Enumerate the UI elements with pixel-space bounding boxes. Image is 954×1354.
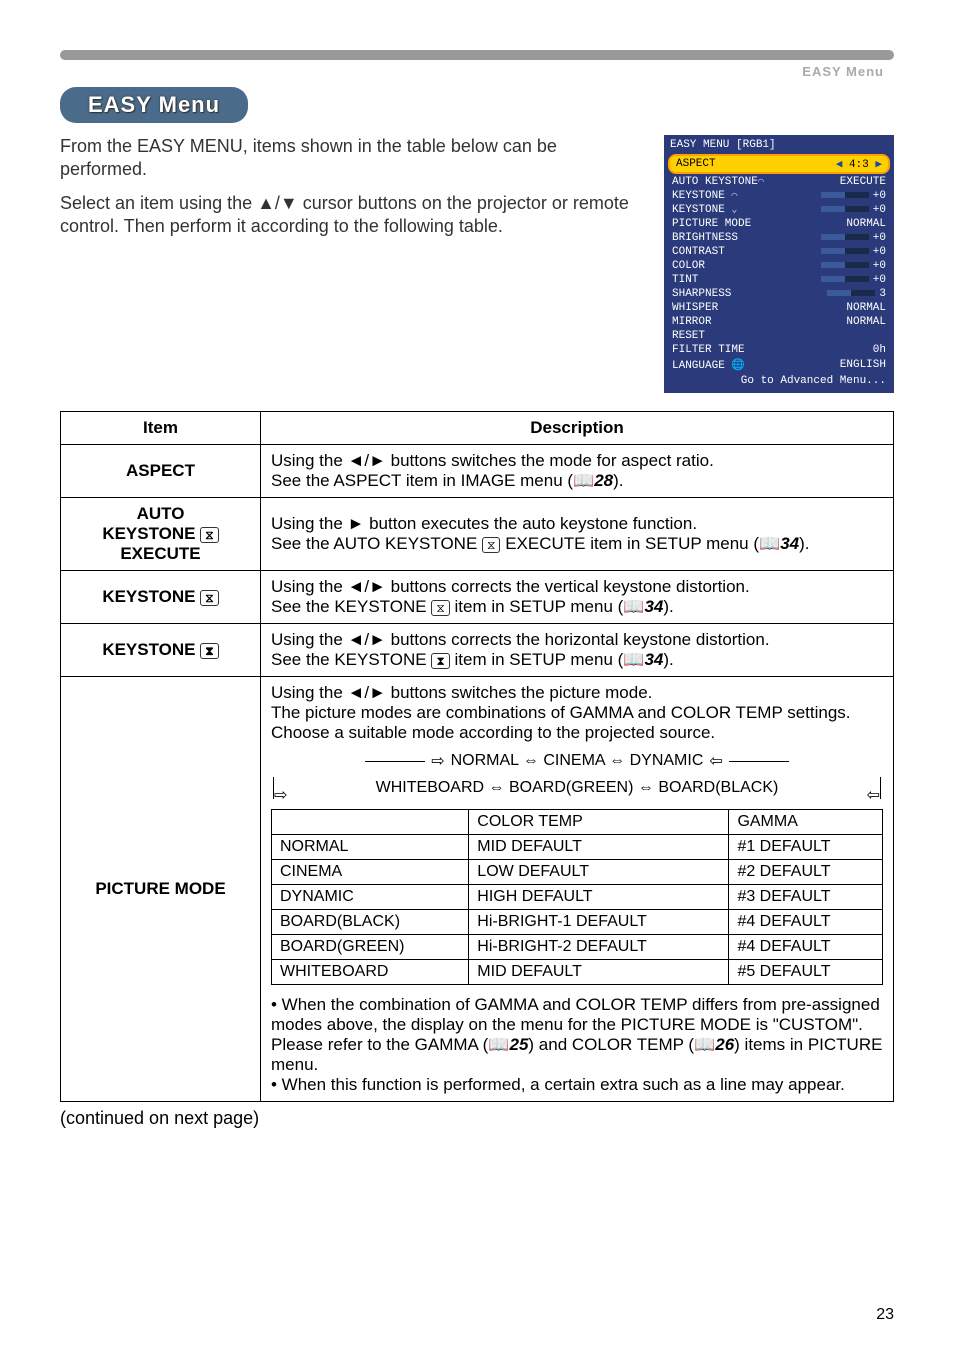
screenshot-row: LANGUAGE 🌐ENGLISH [666, 357, 892, 373]
table-header-row: Item Description [61, 412, 894, 445]
screenshot-aspect-value: 4:3 [849, 159, 869, 171]
intro-text: From the EASY MENU, items shown in the t… [60, 135, 644, 393]
screenshot-row-aspect: ASPECT ◀ 4:3 ▶ [668, 154, 890, 174]
inner-table-row: BOARD(BLACK)Hi-BRIGHT-1 DEFAULT#4 DEFAUL… [272, 910, 883, 935]
page-number: 23 [876, 1306, 894, 1324]
picture-mode-inner-table: COLOR TEMP GAMMA NORMALMID DEFAULT#1 DEF… [271, 809, 883, 985]
item-desc-picture-mode: Using the ◄/► buttons switches the pictu… [261, 677, 894, 1102]
table-row-keystone-v: KEYSTONE ⧖ Using the ◄/► buttons correct… [61, 571, 894, 624]
book-icon: 📖 [488, 1035, 509, 1054]
screenshot-row: RESET [666, 329, 892, 343]
screenshot-row: TINT+0 [666, 273, 892, 287]
inner-table-row: NORMALMID DEFAULT#1 DEFAULT [272, 835, 883, 860]
slider-bar-icon [821, 276, 869, 282]
slider-bar-icon [821, 248, 869, 254]
book-icon: 📖 [694, 1035, 715, 1054]
item-name-keystone-h: KEYSTONE ⧗ [61, 624, 261, 677]
screenshot-row: SHARPNESS3 [666, 287, 892, 301]
left-arrow-icon: ◀ [836, 159, 843, 171]
diagram-arrow-icon: ⇦ [709, 751, 722, 771]
diagram-line-icon [729, 761, 789, 762]
item-desc-auto-keystone: Using the ► button executes the auto key… [261, 498, 894, 571]
settings-table: Item Description ASPECT Using the ◄/► bu… [60, 411, 894, 1102]
screenshot-row: PICTURE MODENORMAL [666, 217, 892, 231]
item-name-aspect: ASPECT [61, 445, 261, 498]
top-divider [60, 50, 894, 60]
book-icon: 📖 [573, 471, 594, 490]
inner-table-header: COLOR TEMP GAMMA [272, 810, 883, 835]
intro-paragraph-2: Select an item using the ▲/▼ cursor butt… [60, 192, 644, 239]
screenshot-row: KEYSTONE ⌒+0 [666, 189, 892, 203]
table-row-aspect: ASPECT Using the ◄/► buttons switches th… [61, 445, 894, 498]
picture-mode-note-1: • When the combination of GAMMA and COLO… [271, 995, 883, 1075]
diagram-hook-icon: ⇨ [273, 777, 287, 799]
screenshot-title: EASY MENU [RGB1] [666, 137, 892, 153]
slider-bar-icon [821, 234, 869, 240]
slider-bar-icon [821, 206, 869, 212]
screenshot-row: BRIGHTNESS+0 [666, 231, 892, 245]
intro-paragraph-1: From the EASY MENU, items shown in the t… [60, 135, 644, 182]
slider-bar-icon [821, 192, 869, 198]
screenshot-row: MIRRORNORMAL [666, 315, 892, 329]
screenshot-aspect-label: ASPECT [676, 158, 716, 170]
item-desc-aspect: Using the ◄/► buttons switches the mode … [261, 445, 894, 498]
screenshot-row: CONTRAST+0 [666, 245, 892, 259]
screenshot-row: FILTER TIME0h [666, 343, 892, 357]
header-description: Description [261, 412, 894, 445]
continued-label: (continued on next page) [60, 1108, 894, 1129]
keystone-v-icon: ⌒ [731, 191, 737, 202]
inner-table-row: BOARD(GREEN)Hi-BRIGHT-2 DEFAULT#4 DEFAUL… [272, 935, 883, 960]
trapezoid-v-icon: ⧖ [200, 590, 218, 606]
screenshot-row: KEYSTONE ⌄+0 [666, 203, 892, 217]
book-icon: 📖 [623, 597, 644, 616]
globe-icon: 🌐 [731, 360, 745, 372]
page-title: EASY Menu [60, 87, 248, 123]
trapezoid-v-icon: ⧖ [200, 527, 218, 543]
slider-bar-icon [821, 262, 869, 268]
item-name-auto-keystone: AUTO KEYSTONE ⧖ EXECUTE [61, 498, 261, 571]
item-desc-keystone-v: Using the ◄/► buttons corrects the verti… [261, 571, 894, 624]
table-row-auto-keystone: AUTO KEYSTONE ⧖ EXECUTE Using the ► butt… [61, 498, 894, 571]
screenshot-footer: Go to Advanced Menu... [666, 373, 892, 391]
screenshot-row: WHISPERNORMAL [666, 301, 892, 315]
trapezoid-v-icon: ⧖ [482, 537, 500, 553]
slider-bar-icon [827, 290, 875, 296]
diagram-hook-icon: ⇦ [867, 777, 881, 799]
keystone-h-icon: ⌄ [731, 205, 737, 216]
diagram-arrow-icon: ⇨ [431, 751, 444, 771]
breadcrumb: EASY Menu [60, 64, 894, 79]
trapezoid-h-icon: ⧗ [431, 653, 449, 669]
inner-table-row: DYNAMICHIGH DEFAULT#3 DEFAULT [272, 885, 883, 910]
item-name-picture-mode: PICTURE MODE [61, 677, 261, 1102]
picture-mode-diagram: ⇨ NORMAL ⇔ CINEMA ⇔ DYNAMIC ⇦ ⇨ WHITEBOA… [273, 751, 881, 799]
right-arrow-icon: ▶ [875, 159, 882, 171]
screenshot-row: AUTO KEYSTONE⌒EXECUTE [666, 175, 892, 189]
screenshot-row: COLOR+0 [666, 259, 892, 273]
trapezoid-h-icon: ⧗ [200, 643, 218, 659]
picture-mode-note-2: • When this function is performed, a cer… [271, 1075, 883, 1095]
inner-table-row: CINEMALOW DEFAULT#2 DEFAULT [272, 860, 883, 885]
book-icon: 📖 [623, 650, 644, 669]
diagram-line-icon [365, 761, 425, 762]
inner-table-row: WHITEBOARDMID DEFAULT#5 DEFAULT [272, 960, 883, 985]
book-icon: 📖 [759, 534, 780, 553]
keystone-v-icon: ⌒ [758, 177, 764, 188]
item-name-keystone-v: KEYSTONE ⧖ [61, 571, 261, 624]
item-desc-keystone-h: Using the ◄/► buttons corrects the horiz… [261, 624, 894, 677]
header-item: Item [61, 412, 261, 445]
easy-menu-screenshot: EASY MENU [RGB1] ASPECT ◀ 4:3 ▶ AUTO KEY… [664, 135, 894, 393]
trapezoid-v-icon: ⧖ [431, 600, 449, 616]
table-row-keystone-h: KEYSTONE ⧗ Using the ◄/► buttons correct… [61, 624, 894, 677]
table-row-picture-mode: PICTURE MODE Using the ◄/► buttons switc… [61, 677, 894, 1102]
